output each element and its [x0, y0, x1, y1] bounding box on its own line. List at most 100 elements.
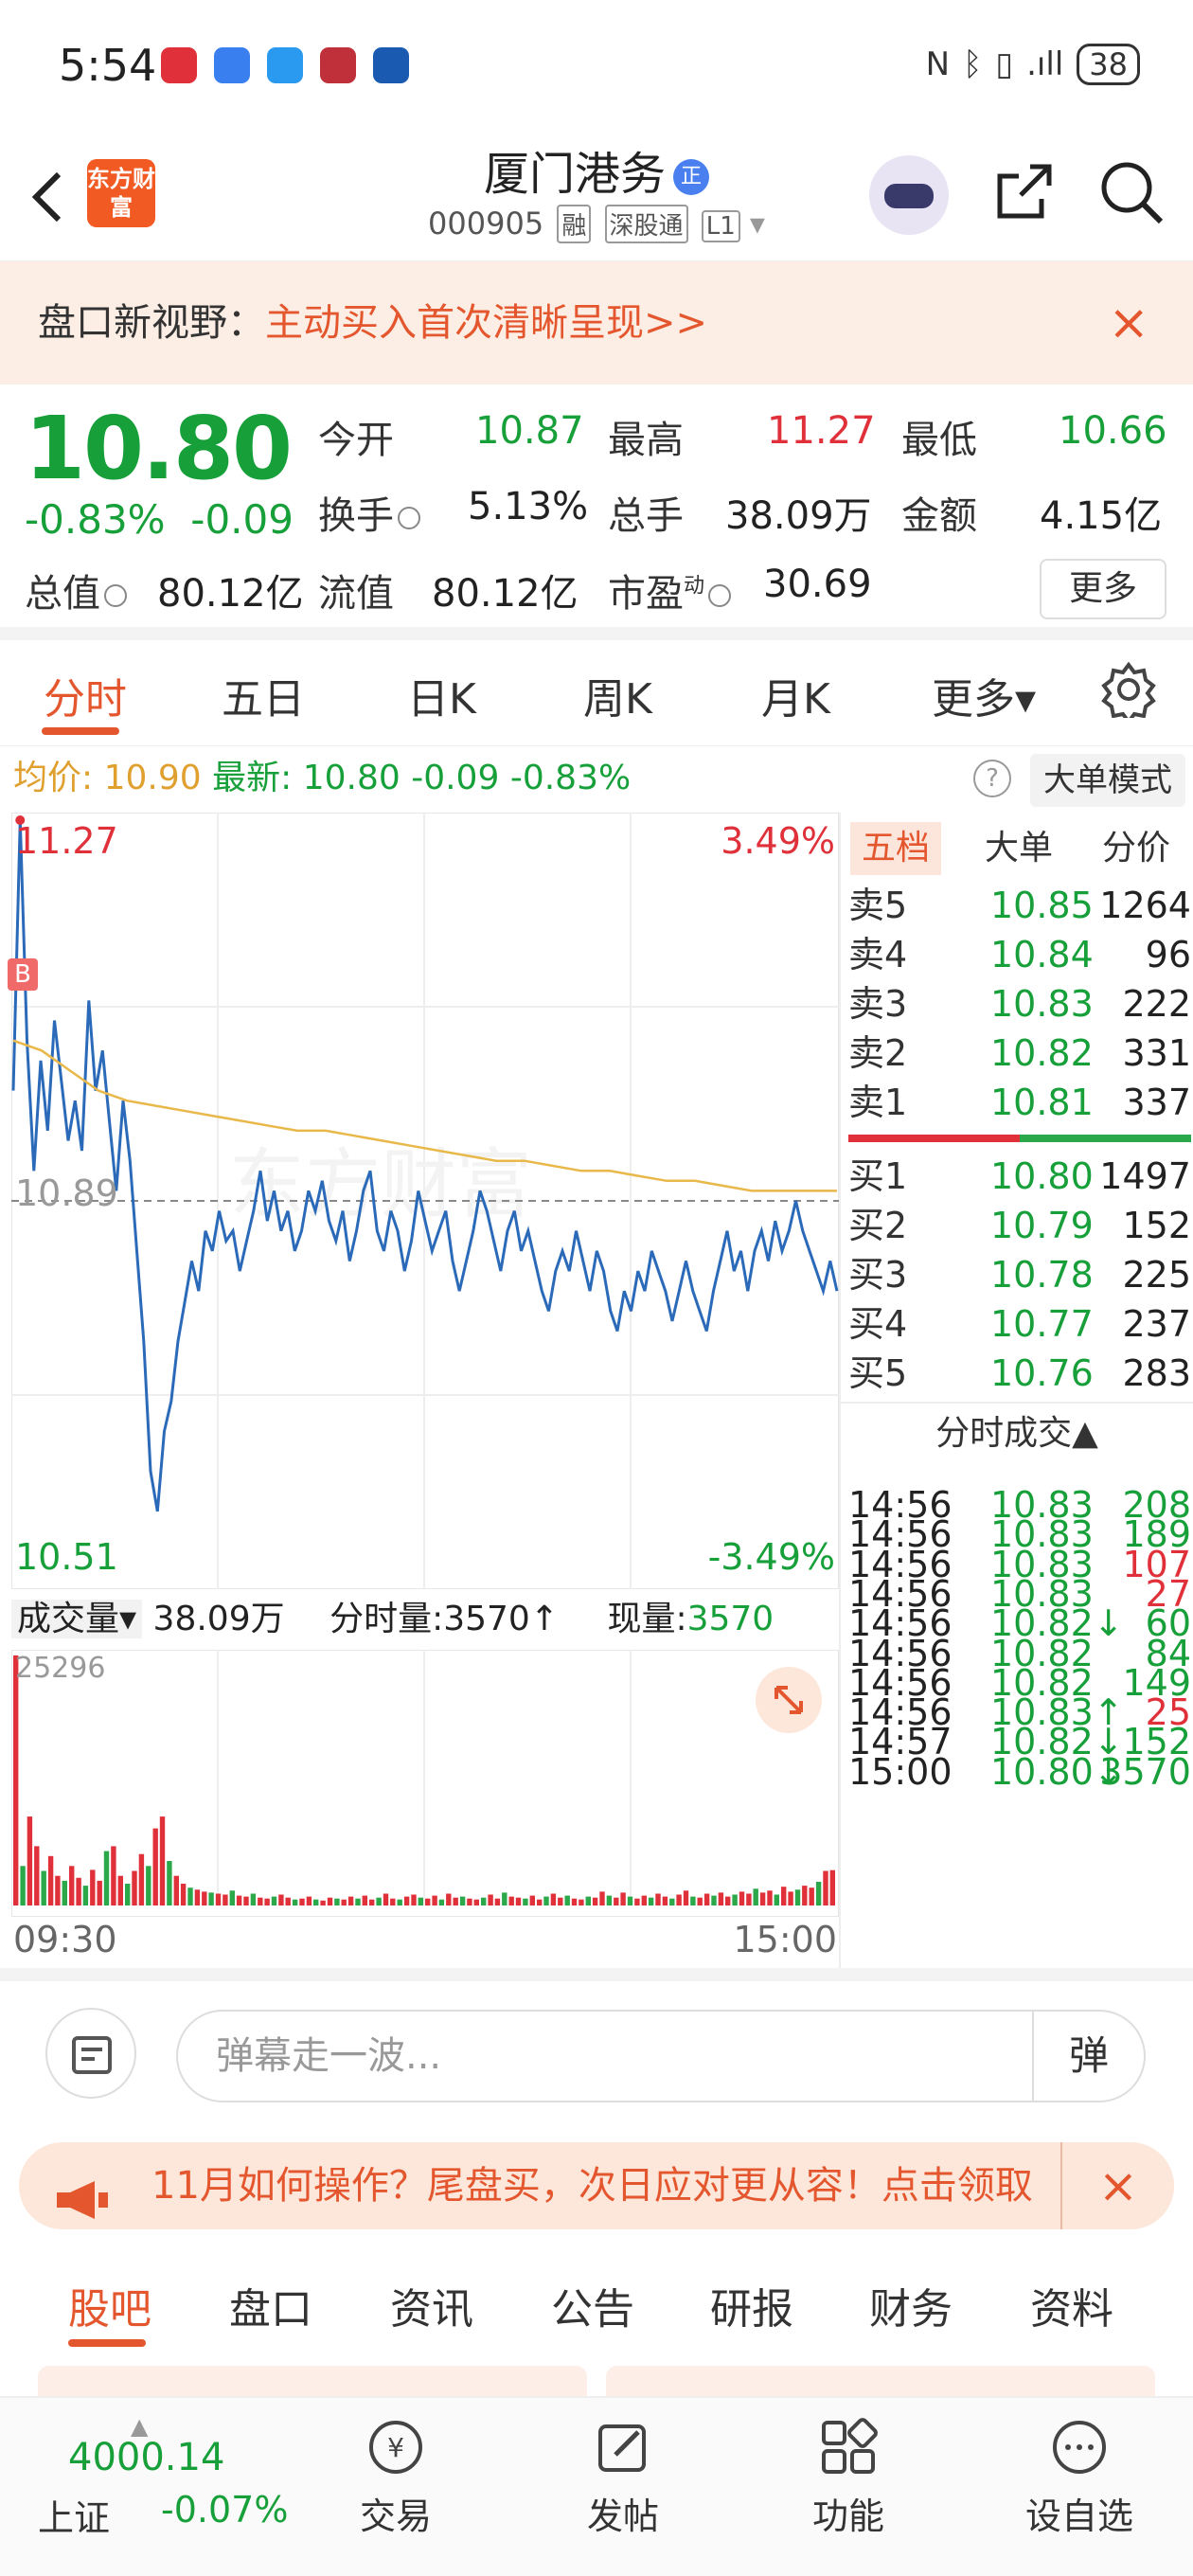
bank-notification-icon — [320, 47, 356, 83]
nav-functions[interactable]: 功能 — [782, 2417, 915, 2539]
volume-bar — [250, 1893, 257, 1905]
volume-bar — [62, 1880, 67, 1905]
tab-big-orders[interactable]: 大单 — [973, 822, 1064, 875]
help-icon[interactable]: ? — [973, 760, 1011, 797]
volume-bar — [418, 1897, 423, 1905]
search-icon[interactable] — [1098, 159, 1165, 225]
volume-bar — [215, 1893, 222, 1905]
big-order-mode-button[interactable]: 大单模式 — [1030, 754, 1185, 807]
change-abs: -0.09 — [190, 496, 294, 543]
info-icon[interactable] — [104, 584, 127, 607]
nav-trade[interactable]: ¥ 交易 — [329, 2417, 462, 2539]
volume-bar — [494, 1898, 501, 1905]
ask-row[interactable]: 卖2 10.82 331 — [848, 1029, 1191, 1078]
ask-row[interactable]: 卖4 10.84 96 — [848, 930, 1191, 979]
assistant-avatar-icon[interactable] — [869, 155, 949, 235]
more-button[interactable]: 更多 — [1040, 559, 1166, 619]
volume-bar — [341, 1899, 347, 1905]
tab-announcements[interactable]: 公告 — [551, 2275, 634, 2335]
gear-icon[interactable] — [1100, 661, 1157, 725]
danmaku-toggle-button[interactable]: 弹 — [1032, 2012, 1144, 2101]
price-change: -0.83% -0.09 — [25, 496, 294, 543]
tab-intraday[interactable]: 分时 — [44, 665, 127, 725]
promo-banner[interactable]: 盘口新视野：主动买入首次清晰呈现>> × — [0, 261, 1193, 385]
volume-bar — [299, 1898, 305, 1905]
app-notification-icon — [373, 47, 409, 83]
volume-bar — [823, 1870, 828, 1905]
volume-bar — [529, 1895, 535, 1905]
banner-text: 主动买入首次清晰呈现>> — [265, 301, 708, 345]
volume-bar — [759, 1892, 766, 1905]
total-volume: 38.09万 — [152, 1600, 285, 1638]
tab-finance[interactable]: 财务 — [869, 2275, 953, 2335]
avg-label: 均价: — [13, 759, 94, 797]
bid-row[interactable]: 买4 10.77 237 — [848, 1299, 1191, 1349]
volume-bar — [620, 1892, 626, 1905]
last-price: 10.80 — [25, 398, 293, 499]
open-value: 10.87 — [475, 409, 584, 453]
notice-text: 11月如何操作？尾盘买，次日应对更从容！点击领取 — [151, 2164, 1033, 2208]
index-name[interactable]: 上证 — [38, 2489, 110, 2541]
volume-selector[interactable]: 成交量▾ — [11, 1600, 143, 1638]
ask-row[interactable]: 卖5 10.85 1264 — [848, 881, 1191, 930]
ticks-header[interactable]: 分时成交▲ — [841, 1407, 1193, 1460]
info-icon[interactable] — [708, 584, 732, 607]
bid-row[interactable]: 买2 10.79 152 — [848, 1201, 1191, 1250]
danmaku-input[interactable]: 弹幕走一波... 弹 — [176, 2010, 1146, 2102]
bid-row[interactable]: 买1 10.80 1497 — [848, 1152, 1191, 1201]
tab-five-levels[interactable]: 五档 — [850, 822, 942, 875]
volume-bar — [111, 1846, 116, 1905]
volume-bar — [306, 1896, 312, 1905]
volume-chart[interactable]: 25296 09:30 15:00 — [10, 1649, 840, 1960]
ask-row[interactable]: 卖3 10.83 222 — [848, 979, 1191, 1029]
tab-price-dist[interactable]: 分价 — [1091, 822, 1182, 875]
volume-max: 25296 — [15, 1652, 106, 1685]
expand-icon[interactable] — [756, 1667, 822, 1733]
tab-more[interactable]: 更多▾ — [932, 665, 1036, 725]
volume-bar — [774, 1894, 779, 1905]
tab-weekly-k[interactable]: 周K — [583, 665, 652, 725]
tab-forum[interactable]: 股吧 — [68, 2275, 151, 2335]
tab-monthly-k[interactable]: 月K — [761, 665, 830, 725]
share-icon[interactable] — [992, 161, 1055, 224]
info-icon[interactable] — [398, 507, 420, 529]
nfc-icon: N — [925, 45, 950, 83]
volume-bar — [711, 1895, 717, 1905]
volume-bar — [355, 1898, 361, 1905]
notice-banner[interactable]: 11月如何操作？尾盘买，次日应对更从容！点击领取 × — [19, 2142, 1174, 2229]
nav-watchlist[interactable]: 设自选 — [1013, 2417, 1146, 2539]
low-value: 10.66 — [1059, 409, 1167, 453]
ask-row[interactable]: 卖1 10.81 337 — [848, 1078, 1191, 1127]
volume-bar — [627, 1896, 633, 1905]
volume-bar — [571, 1898, 578, 1905]
volume-bar — [369, 1899, 375, 1905]
volume-bar — [47, 1855, 54, 1905]
bid-row[interactable]: 买5 10.76 283 — [848, 1349, 1191, 1398]
chevron-down-icon[interactable]: ▾ — [750, 206, 765, 242]
index-pct[interactable]: -0.07% — [161, 2489, 288, 2531]
volume-bar — [264, 1898, 270, 1905]
tag-level: L1 — [701, 210, 740, 242]
tab-daily-k[interactable]: 日K — [407, 665, 476, 725]
volume-bar — [648, 1897, 654, 1905]
bid-row[interactable]: 买3 10.78 225 — [848, 1250, 1191, 1299]
index-value[interactable]: 4000.14 — [68, 2436, 224, 2479]
tab-orderbook[interactable]: 盘口 — [229, 2275, 312, 2335]
tab-news[interactable]: 资讯 — [390, 2275, 473, 2335]
doc-settings-icon[interactable] — [45, 2008, 136, 2099]
tab-five-day[interactable]: 五日 — [222, 665, 305, 725]
volume-bar — [69, 1866, 75, 1905]
close-icon[interactable]: × — [1060, 2142, 1174, 2229]
chat-notification-icon — [267, 47, 303, 83]
app-notification-icon — [214, 47, 250, 83]
volume-bar — [223, 1894, 228, 1905]
cur-vol-label: 现量: — [607, 1600, 687, 1638]
volume-bar — [362, 1895, 367, 1905]
buy-marker[interactable]: B — [8, 958, 38, 991]
latest-value: 10.80 — [302, 759, 401, 797]
close-icon[interactable]: × — [1108, 261, 1149, 385]
intraday-chart[interactable]: 东方财富 11.27 3.49% 10.89 10.51 -3.49% B — [8, 812, 840, 1590]
tab-profile[interactable]: 资料 — [1030, 2275, 1113, 2335]
tab-research[interactable]: 研报 — [710, 2275, 793, 2335]
nav-post[interactable]: 发帖 — [557, 2417, 689, 2539]
